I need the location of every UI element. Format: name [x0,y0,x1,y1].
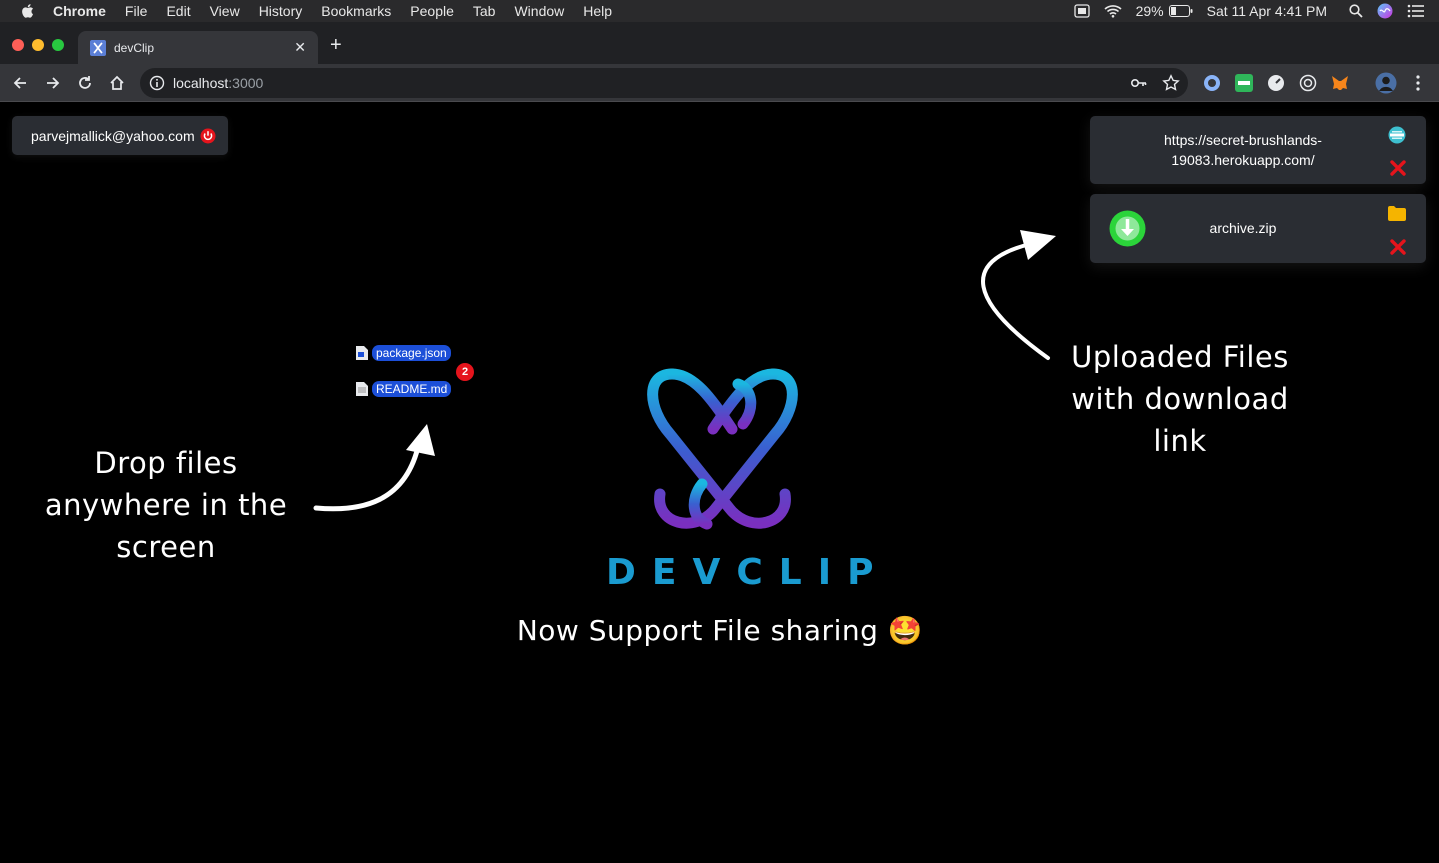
forward-arrow-icon[interactable] [43,73,63,93]
tab-devclip[interactable]: devClip ✕ [78,31,318,64]
target-extension-icon[interactable] [1299,74,1317,92]
devclip-page[interactable]: parvejmallick@yahoo.com https://secret-b… [0,102,1439,863]
dragged-file-name: package.json [372,345,451,361]
cors-extension-icon[interactable] [1235,74,1253,92]
tab-strip: devClip ✕ + [0,22,1439,64]
menu-people[interactable]: People [410,3,454,19]
window-close-button[interactable] [12,39,24,51]
devclip-logo-icon [647,368,798,530]
clock[interactable]: Sat 11 Apr 4:41 PM [1207,3,1327,19]
user-account-chip: parvejmallick@yahoo.com [12,116,228,155]
menu-tab[interactable]: Tab [473,3,496,19]
link-icon[interactable] [1388,126,1406,144]
status-area: 29% Sat 11 Apr 4:41 PM [1073,0,1439,22]
menu-edit[interactable]: Edit [166,3,190,19]
drag-count-badge: 2 [456,363,474,381]
menu-view[interactable]: View [210,3,240,19]
address-bar[interactable]: localhost:3000 [140,68,1188,98]
delete-x-icon[interactable] [1390,160,1406,176]
siri-icon[interactable] [1377,3,1393,19]
drop-arrow-icon [313,424,435,512]
delete-x-icon[interactable] [1390,239,1406,255]
spotlight-search-icon[interactable] [1349,4,1363,18]
window-zoom-button[interactable] [52,39,64,51]
chrome-menu-icon[interactable] [1409,74,1427,92]
dragged-file-item: README.md [356,381,452,397]
new-tab-button[interactable]: + [330,34,342,57]
devclip-wordmark: DEVCLIP [606,552,890,593]
bookmark-star-icon[interactable] [1162,74,1180,97]
battery-status[interactable]: 29% [1136,3,1193,19]
uploaded-files-annotation: Uploaded Files with download link [1071,340,1289,458]
site-info-icon[interactable] [149,75,165,91]
uploaded-arrow-icon [981,230,1056,360]
dragged-file-item: package.json [356,345,451,361]
keyboard-icon[interactable] [1073,4,1090,18]
battery-percent: 29% [1135,3,1164,19]
menu-history[interactable]: History [259,3,303,19]
gauge-extension-icon[interactable] [1267,74,1285,92]
apple-icon[interactable] [18,3,36,19]
menu-chrome[interactable]: Chrome [53,3,106,19]
back-arrow-icon[interactable] [10,73,30,93]
uploaded-file-name[interactable]: archive.zip [1140,218,1346,238]
tab-title: devClip [114,40,155,55]
extension-blue-circle-icon[interactable] [1203,74,1221,92]
url-host: localhost [173,75,229,91]
wifi-icon[interactable] [1104,4,1122,18]
metamask-fox-icon[interactable] [1331,74,1349,92]
profile-avatar[interactable] [1375,72,1397,94]
folder-icon [1388,206,1406,221]
uploaded-link-url[interactable]: https://secret-brushlands-19083.herokuap… [1140,130,1346,170]
json-file-icon [356,346,368,360]
url-text[interactable]: localhost:3000 [173,75,263,91]
drop-files-annotation: Drop files anywhere in the screen [44,446,288,564]
tab-close-icon[interactable]: ✕ [294,39,306,56]
notification-center-icon[interactable] [1407,4,1425,18]
uploaded-link-card: https://secret-brushlands-19083.herokuap… [1090,116,1426,184]
uploaded-file-card: archive.zip [1090,194,1426,263]
browser-toolbar: localhost:3000 [0,64,1439,102]
text-file-icon [356,382,368,396]
home-icon[interactable] [107,73,127,93]
dragged-file-name: README.md [372,381,452,397]
devclip-favicon-icon [90,39,106,56]
menu-file[interactable]: File [125,3,148,19]
menu-bookmarks[interactable]: Bookmarks [321,3,391,19]
tagline: Now Support File sharing 🤩 [516,614,924,647]
url-port: :3000 [228,75,264,91]
menu-window[interactable]: Window [514,3,564,19]
password-key-icon[interactable] [1130,74,1148,97]
window-minimize-button[interactable] [32,39,44,51]
logout-power-icon[interactable] [200,128,216,144]
menu-help[interactable]: Help [583,3,612,19]
macos-menu-bar: Chrome File Edit View History Bookmarks … [0,0,1439,22]
user-email: parvejmallick@yahoo.com [31,127,195,144]
battery-icon [1168,5,1193,17]
reload-icon[interactable] [75,73,95,93]
